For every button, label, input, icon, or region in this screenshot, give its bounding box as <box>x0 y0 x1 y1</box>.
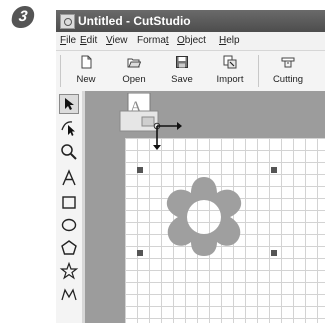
menu-format[interactable]: Format <box>137 32 169 50</box>
curve-icon <box>61 288 77 301</box>
select-arrow-tool[interactable] <box>59 94 79 114</box>
rectangle-icon <box>62 196 76 209</box>
window-title: Untitled - CutStudio <box>78 14 191 28</box>
open-folder-icon <box>127 58 141 68</box>
ellipse-icon <box>61 218 77 232</box>
zoom-tool[interactable] <box>59 142 79 162</box>
step-number-badge: 3 <box>10 6 36 28</box>
menu-edit[interactable]: Edit <box>80 32 97 50</box>
node-edit-tool[interactable] <box>59 118 79 138</box>
open-button[interactable]: Open <box>110 53 158 89</box>
star-icon <box>59 261 79 280</box>
cutstudio-window: Untitled - CutStudio File Edit View Form… <box>56 10 325 323</box>
rectangle-tool[interactable] <box>59 192 79 212</box>
new-document-icon <box>81 55 92 69</box>
menu-help[interactable]: Help <box>219 32 240 50</box>
new-button[interactable]: New <box>62 53 110 89</box>
save-button[interactable]: Save <box>158 53 206 89</box>
toolbar-separator <box>258 55 259 87</box>
node-edit-icon <box>61 121 75 136</box>
new-button-label: New <box>76 74 96 85</box>
cutting-button-label: Cutting <box>272 74 304 85</box>
cutting-plotter-icon <box>281 57 295 68</box>
cutting-button[interactable]: Cutting <box>264 53 312 89</box>
text-tool[interactable] <box>59 168 79 188</box>
selection-handle-bottom-left[interactable] <box>137 250 143 256</box>
menu-view[interactable]: View <box>106 32 128 50</box>
menu-object[interactable]: Object <box>177 32 206 50</box>
save-button-label: Save <box>171 74 193 85</box>
toolbar-grip <box>60 55 61 87</box>
selection-handle-top-right[interactable] <box>271 167 277 173</box>
selection-handle-bottom-right[interactable] <box>271 250 277 256</box>
pentagon-icon <box>61 240 77 255</box>
menu-bar: File Edit View Format Object Help <box>56 32 325 50</box>
tool-palette <box>56 91 83 323</box>
move-object-cursor: A <box>119 92 189 158</box>
title-bar[interactable]: Untitled - CutStudio <box>56 10 325 32</box>
import-icon <box>223 55 237 69</box>
text-a-icon <box>62 169 76 186</box>
main-toolbar: New Open Save Import Cutting <box>56 50 325 92</box>
star-tool[interactable] <box>59 261 79 281</box>
import-button-label: Import <box>216 74 244 85</box>
flower-shape[interactable] <box>160 173 248 258</box>
ellipse-tool[interactable] <box>59 215 79 235</box>
magnifier-icon <box>61 144 77 160</box>
menu-file[interactable]: File <box>60 32 76 50</box>
drawing-canvas[interactable]: A <box>85 91 325 323</box>
import-button[interactable]: Import <box>206 53 254 89</box>
open-button-label: Open <box>122 74 146 85</box>
arrow-pointer-icon <box>65 98 74 110</box>
move-cursor-icon: A <box>119 92 182 150</box>
selection-handle-top-left[interactable] <box>137 167 143 173</box>
curve-tool[interactable] <box>59 284 79 304</box>
save-disk-icon <box>176 56 188 68</box>
polygon-tool[interactable] <box>59 238 79 258</box>
app-icon <box>60 14 75 29</box>
